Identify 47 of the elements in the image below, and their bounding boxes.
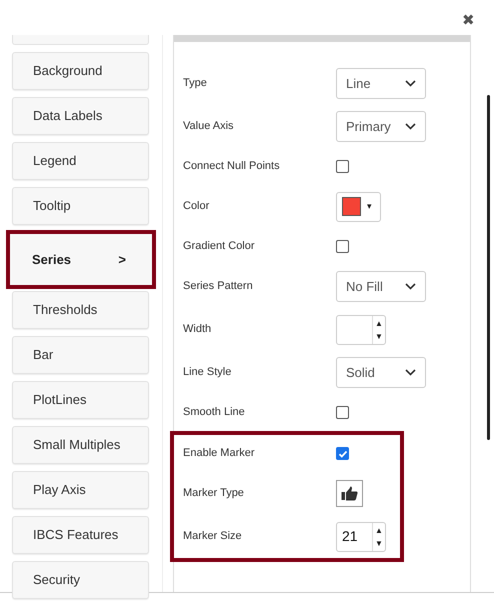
field-label: Enable Marker (183, 446, 256, 462)
close-button[interactable]: ✖ (462, 12, 475, 30)
sidebar-item[interactable]: Series > (6, 230, 156, 289)
sidebar-item[interactable]: Data Labels (12, 97, 149, 135)
checkbox[interactable] (336, 160, 349, 173)
dropdown[interactable]: Primary (336, 111, 426, 142)
marker-type-button[interactable] (336, 480, 363, 507)
number-field[interactable]: ▲ ▼ (336, 314, 386, 344)
dropdown[interactable]: No Fill (336, 271, 426, 302)
field-label: Width (183, 322, 212, 338)
field-label: Line Style (183, 365, 232, 380)
increment-arrow[interactable]: ▲ (375, 316, 383, 330)
sidebar-item[interactable]: Small Multiples (12, 426, 149, 464)
sidebar-item[interactable]: Background (12, 52, 149, 90)
field-label: Series Pattern (183, 279, 254, 294)
chevron-down-icon (405, 283, 416, 290)
field-label: Type (183, 76, 208, 92)
checkbox[interactable] (336, 240, 349, 253)
field-label: Marker Size (183, 529, 243, 544)
thumbs-up-icon (341, 486, 358, 501)
chevron-down-icon (405, 80, 416, 87)
field-label: Gradient Color (183, 239, 256, 254)
sidebar-item[interactable]: Bar (12, 336, 149, 374)
field-label: Marker Type (183, 486, 245, 502)
field-label: Smooth Line (183, 405, 246, 420)
decrement-arrow[interactable]: ▼ (375, 536, 383, 550)
sidebar-item[interactable]: PlotLines (12, 381, 149, 419)
increment-arrow[interactable]: ▲ (375, 524, 383, 536)
checkbox[interactable] (336, 406, 349, 419)
sidebar-item[interactable]: Legend (12, 142, 149, 180)
chevron-down-icon (405, 369, 416, 376)
chevron-down-icon (405, 123, 416, 130)
checkbox[interactable] (336, 447, 349, 460)
sidebar-item[interactable]: Play Axis (12, 471, 149, 509)
scrollbar[interactable] (487, 95, 490, 440)
dropdown[interactable]: Line (336, 68, 426, 99)
sidebar-item[interactable]: Thresholds (12, 291, 149, 329)
field-label: Color (183, 199, 210, 214)
field-label: Value Axis (183, 119, 235, 134)
dropdown[interactable]: Solid (336, 357, 426, 388)
sidebar-item[interactable]: IBCS Features (12, 516, 149, 554)
sidebar-item[interactable]: Tooltip (12, 187, 149, 225)
color-picker[interactable]: ▾ (336, 192, 381, 222)
number-field[interactable]: 21 ▲ ▼ (336, 522, 386, 552)
decrement-arrow[interactable]: ▼ (375, 330, 383, 342)
sidebar-item[interactable]: Security (12, 561, 149, 599)
field-label: Connect Null Points (183, 159, 281, 174)
